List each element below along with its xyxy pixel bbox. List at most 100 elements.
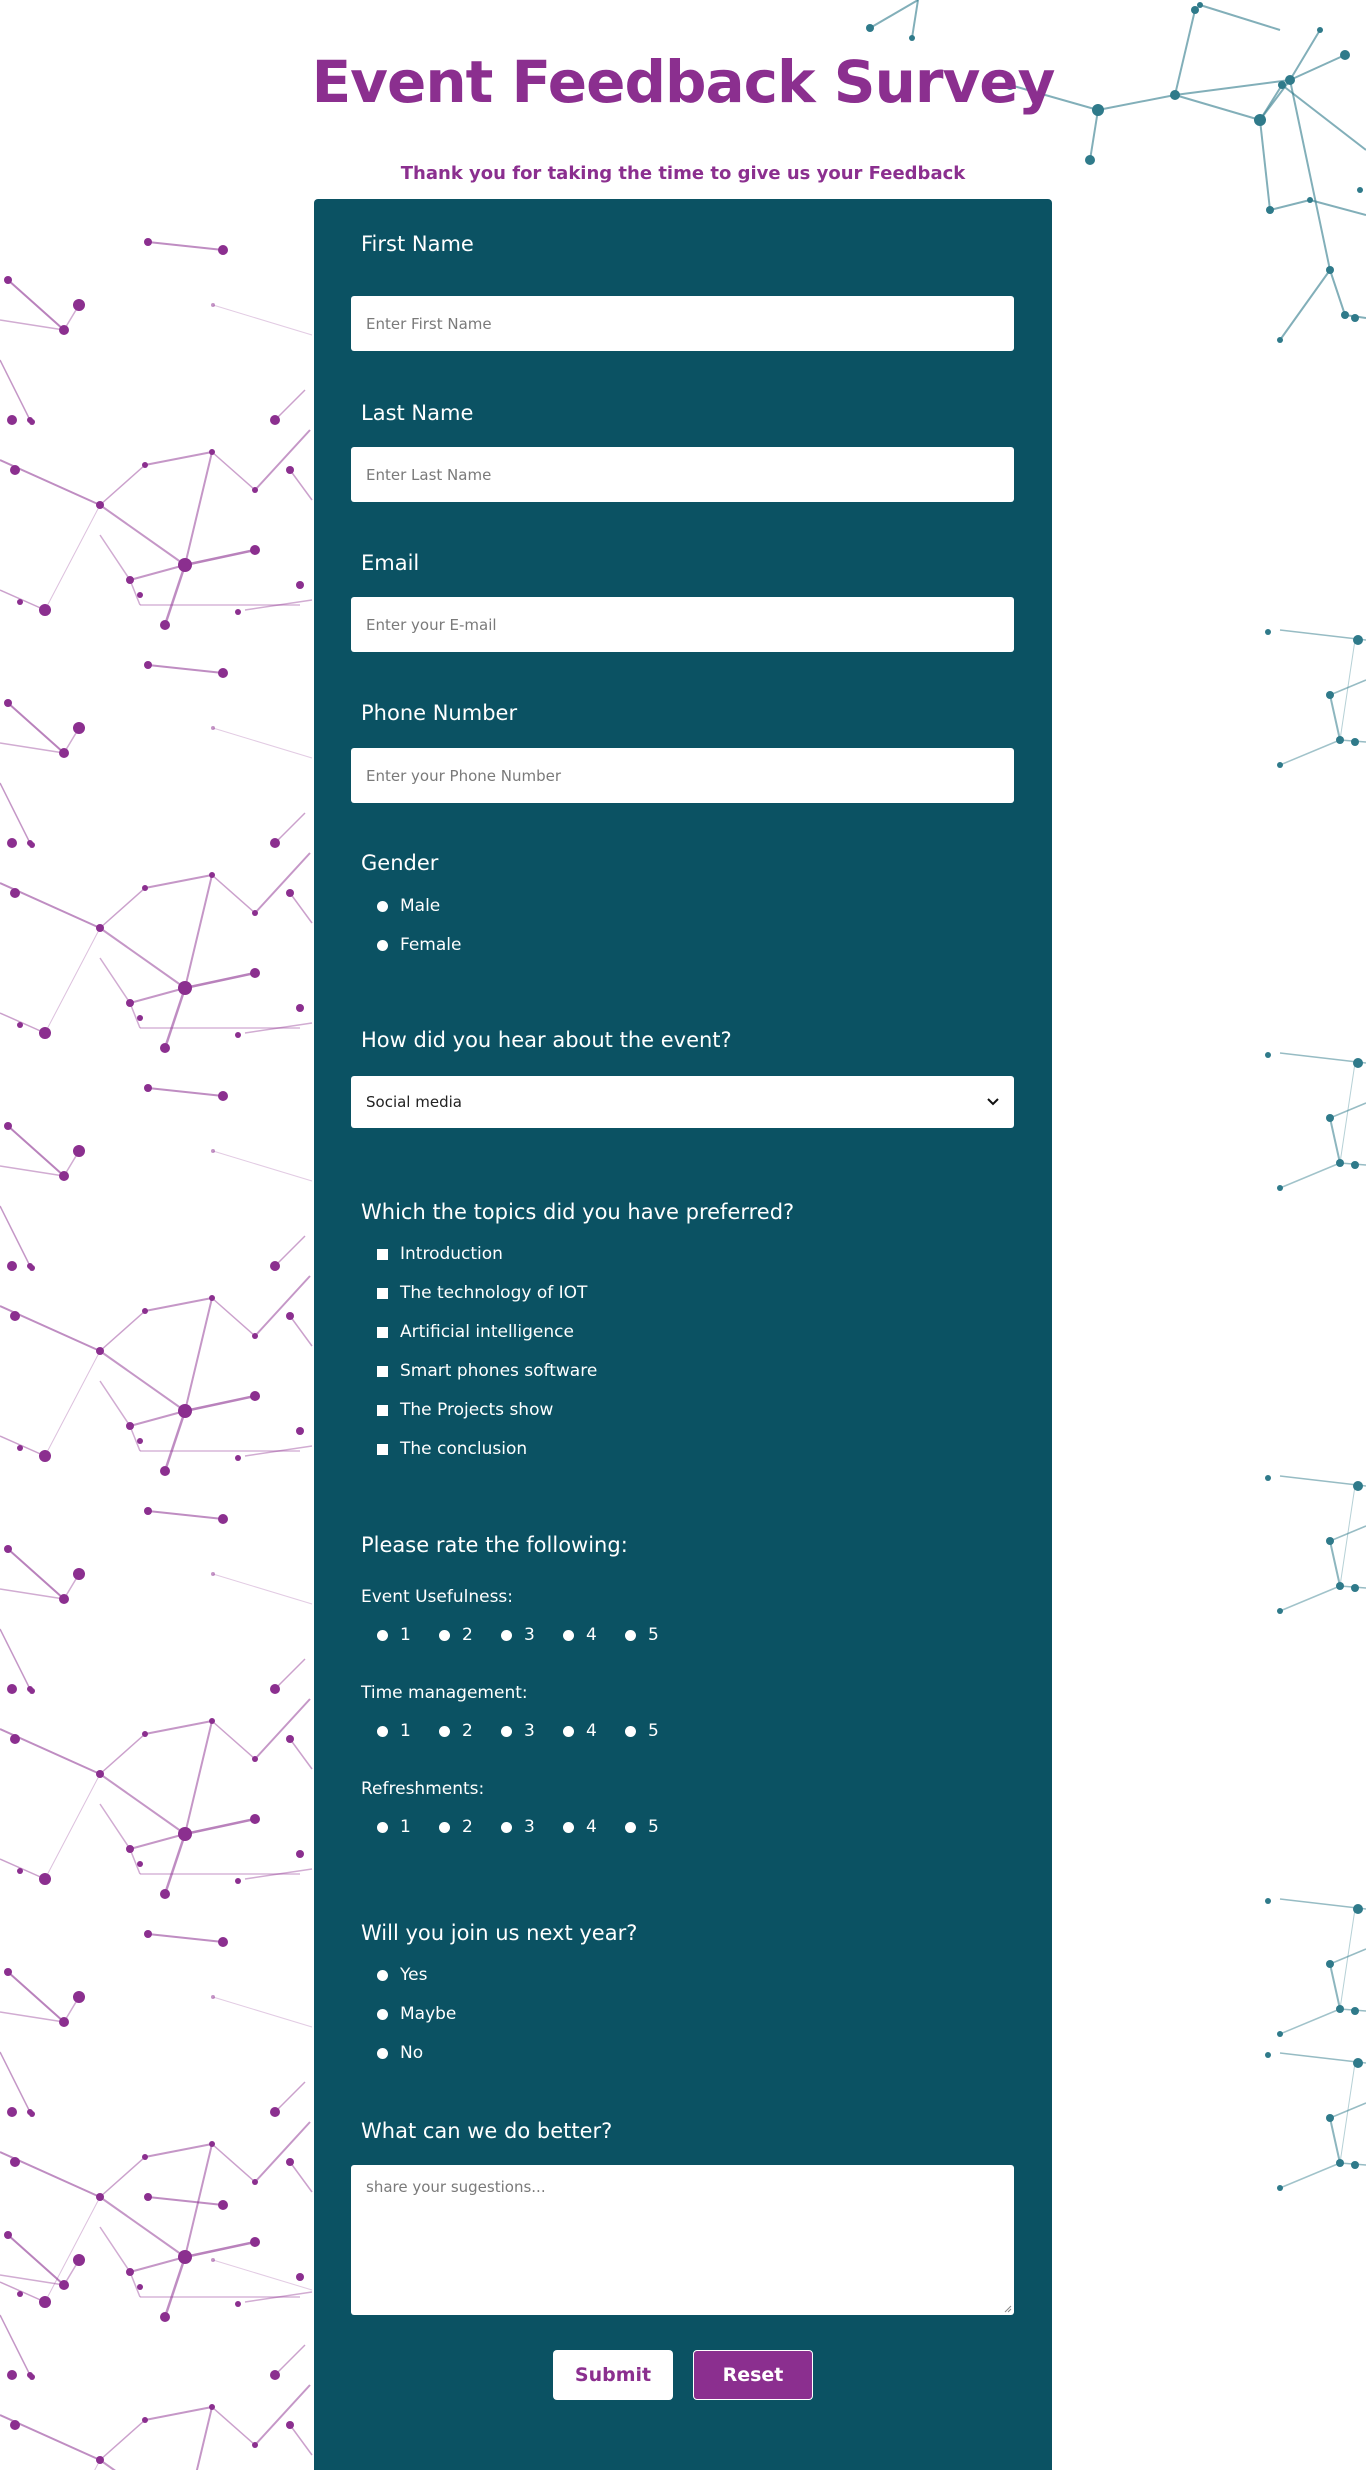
checkbox-icon[interactable]	[377, 1248, 388, 1260]
radio-icon[interactable]	[377, 1629, 388, 1641]
option-label: 5	[648, 1817, 659, 1837]
option-label: Smart phones software	[400, 1361, 598, 1381]
radio-icon[interactable]	[377, 2008, 388, 2020]
checkbox-icon[interactable]	[377, 1287, 388, 1299]
rating-time-5[interactable]: 5	[625, 1721, 659, 1741]
checkbox-icon[interactable]	[377, 1443, 388, 1455]
radio-icon[interactable]	[563, 1629, 574, 1641]
topics-label: Which the topics did you have preferred?	[361, 1200, 795, 1224]
checkbox-icon[interactable]	[377, 1365, 388, 1377]
option-label: Maybe	[400, 2004, 457, 2024]
source-select-value: Social media	[366, 1093, 462, 1111]
page-title: Event Feedback Survey	[311, 48, 1056, 116]
radio-icon[interactable]	[377, 1725, 388, 1737]
rating-time-label: Time management:	[361, 1683, 528, 1703]
option-label: 3	[524, 1625, 535, 1645]
option-label: Artificial intelligence	[400, 1322, 574, 1342]
email-label: Email	[361, 551, 420, 575]
option-label: 5	[648, 1625, 659, 1645]
option-label: The Projects show	[400, 1400, 554, 1420]
radio-icon[interactable]	[377, 900, 388, 912]
rating-refreshments-1[interactable]: 1	[377, 1817, 411, 1837]
rating-usefulness-1[interactable]: 1	[377, 1625, 411, 1645]
last-name-input[interactable]	[351, 447, 1014, 502]
phone-input[interactable]	[351, 748, 1014, 803]
radio-icon[interactable]	[501, 1821, 512, 1833]
gender-option-male[interactable]: Male	[377, 896, 440, 916]
suggestions-textarea[interactable]: share your sugestions...	[351, 2165, 1014, 2315]
first-name-label: First Name	[361, 232, 474, 256]
rating-usefulness-4[interactable]: 4	[563, 1625, 597, 1645]
join-option-maybe[interactable]: Maybe	[377, 2004, 456, 2024]
join-next-year-label: Will you join us next year?	[361, 1921, 638, 1945]
join-option-yes[interactable]: Yes	[377, 1965, 427, 1985]
option-label: 1	[400, 1625, 411, 1645]
gender-option-female[interactable]: Female	[377, 935, 461, 955]
option-label: 3	[524, 1817, 535, 1837]
radio-icon[interactable]	[439, 1629, 450, 1641]
radio-icon[interactable]	[563, 1725, 574, 1737]
rating-time-3[interactable]: 3	[501, 1721, 535, 1741]
rating-refreshments-label: Refreshments:	[361, 1779, 485, 1799]
source-label: How did you hear about the event?	[361, 1028, 732, 1052]
rating-usefulness-3[interactable]: 3	[501, 1625, 535, 1645]
radio-icon[interactable]	[501, 1725, 512, 1737]
rating-refreshments-3[interactable]: 3	[501, 1817, 535, 1837]
radio-icon[interactable]	[625, 1821, 636, 1833]
rating-refreshments-2[interactable]: 2	[439, 1817, 473, 1837]
radio-icon[interactable]	[377, 1821, 388, 1833]
option-label: 1	[400, 1721, 411, 1741]
topic-option-conclusion[interactable]: The conclusion	[377, 1439, 527, 1459]
option-label: Male	[400, 896, 441, 916]
radio-icon[interactable]	[377, 939, 388, 951]
option-label: The conclusion	[400, 1439, 528, 1459]
source-select[interactable]: Social media	[351, 1076, 1014, 1128]
radio-icon[interactable]	[439, 1821, 450, 1833]
feedback-form: First Name Last Name Email Phone Number …	[314, 199, 1052, 2470]
option-label: Yes	[400, 1965, 428, 1985]
option-label: 5	[648, 1721, 659, 1741]
topic-option-projects[interactable]: The Projects show	[377, 1400, 553, 1420]
rating-time-1[interactable]: 1	[377, 1721, 411, 1741]
option-label: Female	[400, 935, 462, 955]
radio-icon[interactable]	[377, 2047, 388, 2059]
radio-icon[interactable]	[625, 1725, 636, 1737]
radio-icon[interactable]	[563, 1821, 574, 1833]
topic-option-smartphones[interactable]: Smart phones software	[377, 1361, 597, 1381]
submit-button[interactable]: Submit	[553, 2350, 673, 2400]
checkbox-icon[interactable]	[377, 1326, 388, 1338]
option-label: 4	[586, 1817, 597, 1837]
gender-label: Gender	[361, 851, 439, 875]
topic-option-iot[interactable]: The technology of IOT	[377, 1283, 587, 1303]
topic-option-introduction[interactable]: Introduction	[377, 1244, 503, 1264]
option-label: 1	[400, 1817, 411, 1837]
rating-usefulness-5[interactable]: 5	[625, 1625, 659, 1645]
radio-icon[interactable]	[625, 1629, 636, 1641]
rating-refreshments-5[interactable]: 5	[625, 1817, 659, 1837]
email-input[interactable]	[351, 597, 1014, 652]
last-name-label: Last Name	[361, 401, 474, 425]
radio-icon[interactable]	[439, 1725, 450, 1737]
suggestions-placeholder: share your sugestions...	[366, 2178, 546, 2196]
rating-usefulness-label: Event Usefulness:	[361, 1587, 514, 1607]
radio-icon[interactable]	[377, 1969, 388, 1981]
rating-time-2[interactable]: 2	[439, 1721, 473, 1741]
rating-time-4[interactable]: 4	[563, 1721, 597, 1741]
option-label: 4	[586, 1721, 597, 1741]
phone-label: Phone Number	[361, 701, 518, 725]
reset-button[interactable]: Reset	[693, 2350, 813, 2400]
rating-refreshments-4[interactable]: 4	[563, 1817, 597, 1837]
option-label: 3	[524, 1721, 535, 1741]
topic-option-ai[interactable]: Artificial intelligence	[377, 1322, 574, 1342]
first-name-input[interactable]	[351, 296, 1014, 351]
option-label: No	[400, 2043, 424, 2063]
rating-usefulness-2[interactable]: 2	[439, 1625, 473, 1645]
option-label: 2	[462, 1817, 473, 1837]
option-label: 2	[462, 1721, 473, 1741]
option-label: 4	[586, 1625, 597, 1645]
resize-handle-icon[interactable]	[1002, 2303, 1012, 2313]
option-label: Introduction	[400, 1244, 503, 1264]
checkbox-icon[interactable]	[377, 1404, 388, 1416]
join-option-no[interactable]: No	[377, 2043, 423, 2063]
radio-icon[interactable]	[501, 1629, 512, 1641]
